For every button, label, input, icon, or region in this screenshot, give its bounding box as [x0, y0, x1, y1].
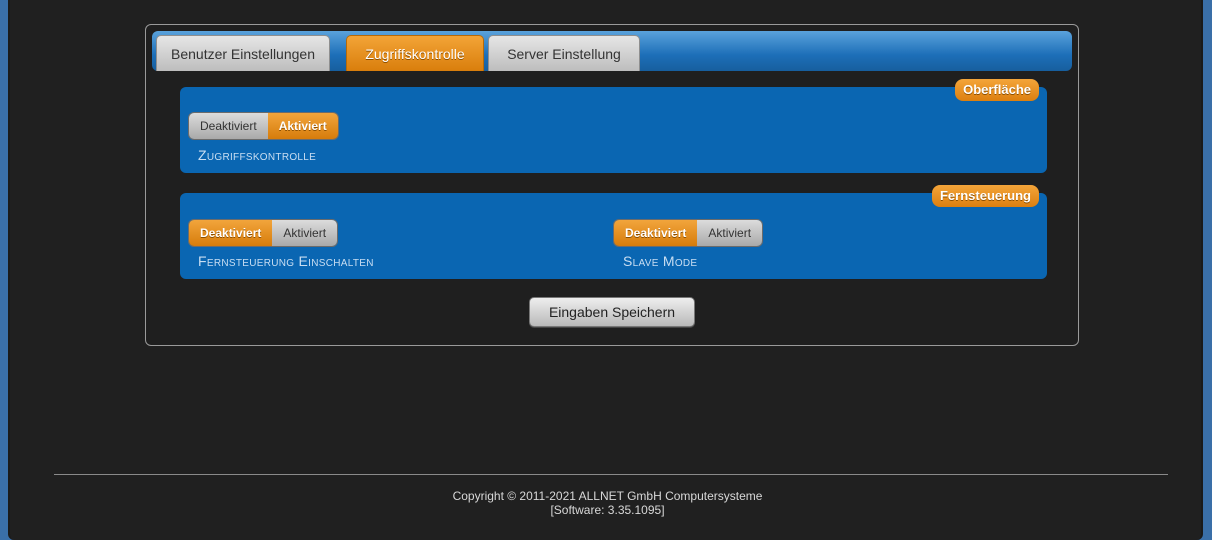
- tab-bar: Benutzer Einstellungen Zugriffskontrolle…: [152, 31, 1072, 71]
- remote-enable-label: Fernsteuerung Einschalten: [198, 253, 374, 269]
- slave-mode-toggle[interactable]: Deaktiviert Aktiviert: [614, 220, 763, 246]
- slave-mode-label: Slave Mode: [623, 253, 698, 269]
- access-control-activate-option[interactable]: Aktiviert: [267, 113, 338, 139]
- remote-enable-activate-option[interactable]: Aktiviert: [272, 220, 338, 246]
- remote-enable-toggle[interactable]: Deaktiviert Aktiviert: [189, 220, 338, 246]
- remote-enable-deactivate-option[interactable]: Deaktiviert: [189, 220, 273, 246]
- access-control-label: Zugriffskontrolle: [198, 147, 317, 163]
- slave-mode-deactivate-option[interactable]: Deaktiviert: [614, 220, 698, 246]
- access-control-deactivate-option[interactable]: Deaktiviert: [189, 113, 268, 139]
- settings-panel: Benutzer Einstellungen Zugriffskontrolle…: [145, 24, 1079, 346]
- page-frame: Benutzer Einstellungen Zugriffskontrolle…: [8, 0, 1203, 540]
- section-badge-surface: Oberfläche: [955, 79, 1039, 101]
- access-control-toggle[interactable]: Deaktiviert Aktiviert: [189, 113, 338, 139]
- footer-copyright: Copyright © 2011-2021 ALLNET GmbH Comput…: [452, 489, 763, 503]
- tab-benutzer-einstellungen[interactable]: Benutzer Einstellungen: [156, 35, 330, 71]
- tab-server-einstellung[interactable]: Server Einstellung: [488, 35, 640, 71]
- footer-divider: [54, 474, 1168, 475]
- slave-mode-activate-option[interactable]: Aktiviert: [697, 220, 763, 246]
- section-surface: Oberfläche Deaktiviert Aktiviert Zugriff…: [180, 79, 1047, 173]
- section-remote: Fernsteuerung Deaktiviert Aktiviert Fern…: [180, 185, 1047, 279]
- save-button[interactable]: Eingaben Speichern: [529, 297, 695, 327]
- footer-software-version: [Software: 3.35.1095]: [550, 503, 665, 517]
- tab-zugriffskontrolle[interactable]: Zugriffskontrolle: [346, 35, 484, 71]
- section-badge-remote: Fernsteuerung: [931, 185, 1039, 207]
